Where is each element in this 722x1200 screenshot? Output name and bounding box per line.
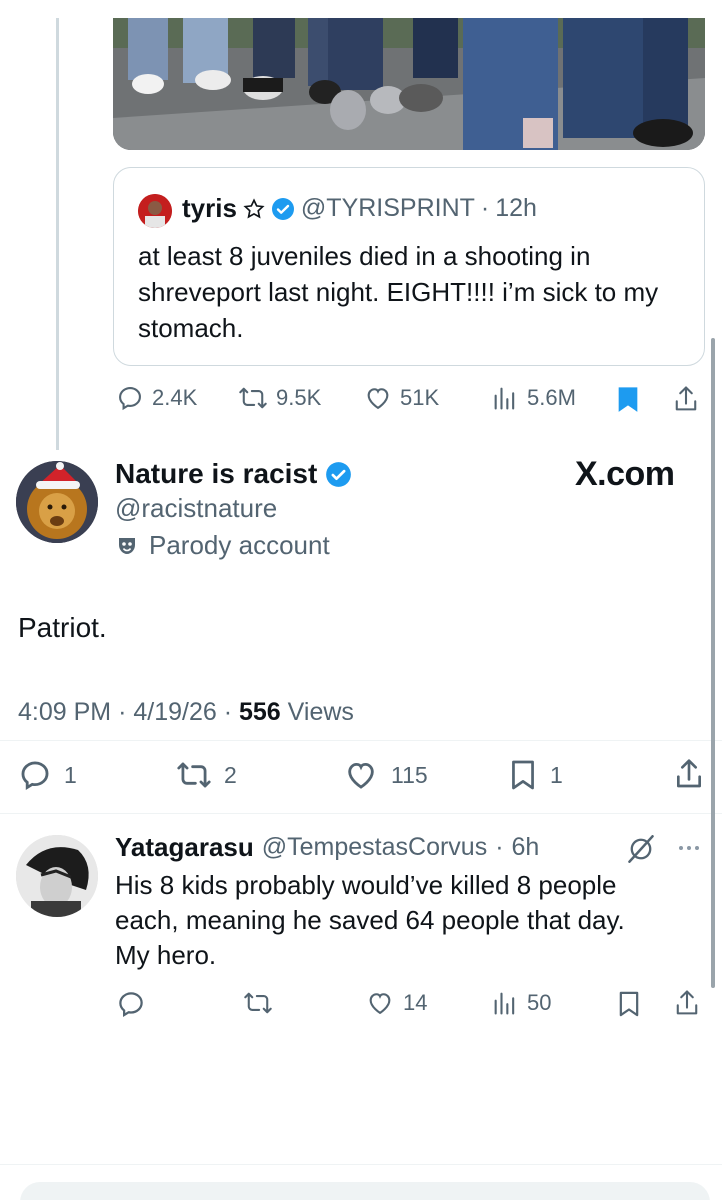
- heart-icon: [365, 989, 395, 1017]
- reply-icon: [116, 989, 146, 1019]
- share-button[interactable]: [672, 384, 700, 414]
- repost-icon: [176, 758, 212, 792]
- share-icon: [673, 988, 701, 1018]
- reply-views-button[interactable]: 50: [491, 989, 551, 1017]
- heart-icon: [364, 384, 392, 412]
- quoted-avatar[interactable]: [138, 194, 172, 228]
- reply-text-line: His 8 kids probably would’ve killed 8 pe…: [115, 870, 617, 900]
- reply-like-button[interactable]: 14: [365, 989, 427, 1017]
- verified-badge-icon: [271, 197, 295, 221]
- main-like-count: 115: [391, 761, 428, 788]
- reply-icon: [18, 758, 52, 792]
- reply-text: His 8 kids probably would’ve killed 8 pe…: [115, 868, 685, 973]
- reply-like-count: 14: [403, 990, 428, 1015]
- verified-badge-icon: [325, 461, 352, 488]
- main-reply-button[interactable]: 1: [18, 758, 77, 792]
- tweet-date[interactable]: 4/19/26: [133, 698, 216, 726]
- more-dots-icon: [676, 836, 702, 860]
- quoted-tweet-text: at least 8 juveniles died in a shooting …: [138, 241, 659, 343]
- views-count-bold: 556: [239, 698, 281, 726]
- bookmark-filled-icon: [615, 385, 641, 413]
- reply-header: Yatagarasu @TempestasCorvus · 6h: [115, 832, 539, 863]
- separator-dot: ·: [480, 194, 490, 222]
- views-label: Views: [287, 698, 354, 726]
- reply-count: 2.4K: [152, 385, 198, 410]
- quoted-header: tyris @TYRISPRINT · 12h: [182, 193, 537, 224]
- main-author-handle[interactable]: @racistnature: [115, 493, 277, 524]
- quoted-time[interactable]: 12h: [495, 194, 537, 223]
- reply-text-line: each, meaning he saved 64 people that da…: [115, 905, 625, 935]
- reply-author-handle[interactable]: @TempestasCorvus: [262, 833, 487, 862]
- thread-line: [56, 18, 59, 450]
- grok-slash-icon: [626, 835, 656, 863]
- divider: [0, 740, 722, 741]
- reply-author-avatar[interactable]: [16, 835, 98, 917]
- scrollbar[interactable]: [711, 338, 715, 988]
- reply-repost-button[interactable]: [243, 989, 273, 1017]
- main-share-button[interactable]: [673, 756, 705, 792]
- views-count: 5.6M: [527, 385, 576, 410]
- separator-dot: ·: [118, 698, 134, 726]
- reply-text-line: My hero.: [115, 940, 217, 970]
- quoted-author-name[interactable]: tyris: [182, 193, 237, 224]
- main-repost-count: 2: [224, 761, 237, 788]
- x-com-watermark: X.com: [575, 455, 675, 493]
- bookmark-button[interactable]: [615, 385, 641, 413]
- parody-label-text: Parody account: [149, 530, 330, 560]
- reply-time[interactable]: 6h: [512, 833, 540, 862]
- repost-icon: [238, 384, 268, 412]
- reply-reply-button[interactable]: [116, 989, 146, 1019]
- quoted-tweet-card[interactable]: tyris @TYRISPRINT · 12h at least 8 juven…: [113, 167, 705, 366]
- reply-compose-bar[interactable]: [20, 1182, 710, 1200]
- heart-icon: [343, 758, 379, 792]
- parody-label[interactable]: Parody account: [115, 530, 330, 561]
- separator-dot: ·: [495, 833, 504, 861]
- main-bookmark-count: 1: [550, 761, 563, 788]
- bookmark-icon: [616, 990, 642, 1018]
- grok-button[interactable]: [626, 835, 656, 863]
- reply-button[interactable]: 2.4K: [116, 384, 197, 412]
- tweet-meta: 4:09 PM · 4/19/26 · 556 Views: [18, 698, 354, 727]
- parody-mask-icon: [115, 534, 139, 558]
- repost-button[interactable]: 9.5K: [238, 384, 321, 412]
- bookmark-icon: [508, 758, 538, 792]
- main-author-name[interactable]: Nature is racist: [115, 458, 317, 490]
- main-repost-button[interactable]: 2: [176, 758, 237, 792]
- reply-icon: [116, 384, 144, 412]
- star-icon: [243, 197, 265, 220]
- main-author-row: Nature is racist: [115, 458, 352, 490]
- like-button[interactable]: 51K: [364, 384, 439, 412]
- main-reply-count: 1: [64, 761, 77, 788]
- views-button[interactable]: 5.6M: [491, 384, 576, 412]
- views-chart-icon: [491, 989, 519, 1017]
- main-tweet-text: Patriot.: [18, 612, 107, 643]
- main-like-button[interactable]: 115: [343, 758, 428, 792]
- main-author-avatar[interactable]: [16, 461, 98, 543]
- reply-share-button[interactable]: [673, 988, 701, 1018]
- like-count: 51K: [400, 385, 440, 410]
- repost-count: 9.5K: [276, 385, 322, 410]
- views-chart-icon: [491, 384, 519, 412]
- more-options-button[interactable]: [676, 836, 702, 860]
- reply-views-count: 50: [527, 990, 552, 1015]
- quoted-author-handle[interactable]: @TYRISPRINT: [301, 194, 475, 223]
- repost-icon: [243, 989, 273, 1017]
- share-icon: [673, 756, 705, 792]
- share-icon: [672, 384, 700, 414]
- tweet-media-image[interactable]: [113, 18, 705, 150]
- divider: [0, 1164, 722, 1165]
- divider: [0, 813, 722, 814]
- reply-author-name[interactable]: Yatagarasu: [115, 832, 254, 863]
- tweet-time[interactable]: 4:09 PM: [18, 698, 111, 726]
- separator-dot: ·: [223, 698, 239, 726]
- main-bookmark-button[interactable]: 1: [508, 758, 563, 792]
- reply-bookmark-button[interactable]: [616, 990, 642, 1018]
